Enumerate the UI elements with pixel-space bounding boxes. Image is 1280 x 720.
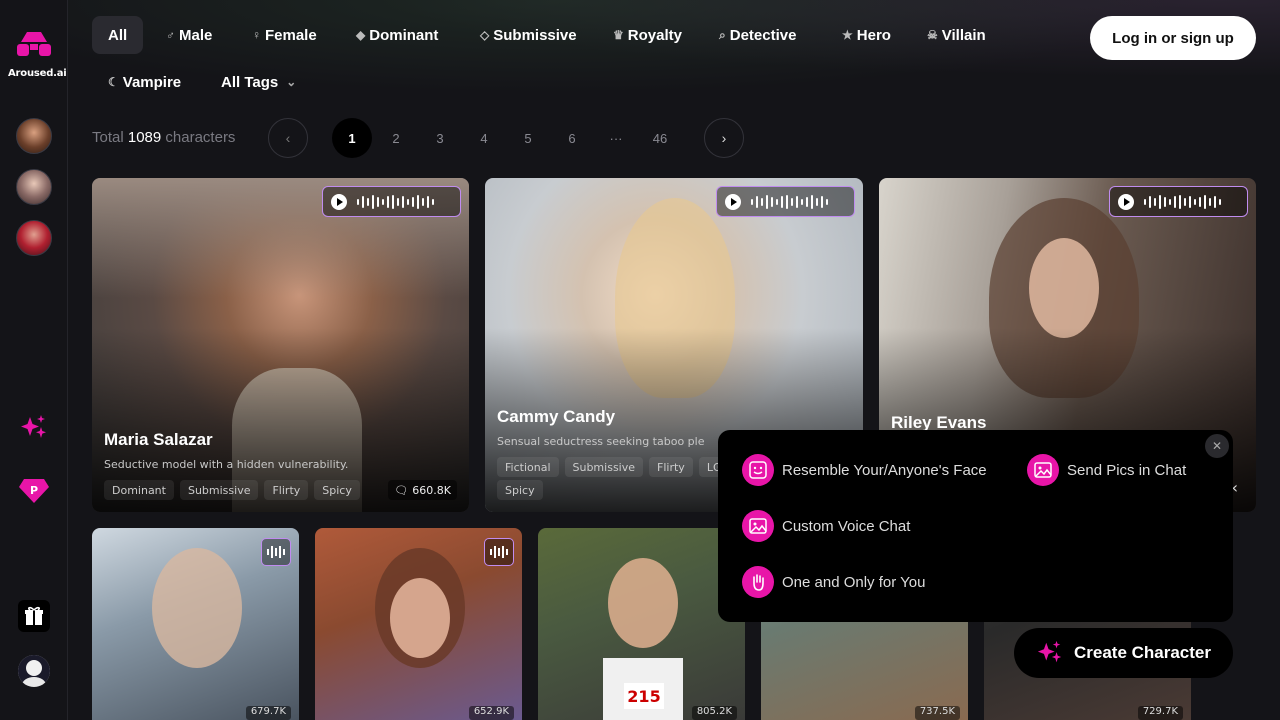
page-6[interactable]: 6: [552, 118, 592, 158]
feature-send-pics: Send Pics in Chat: [1027, 454, 1186, 486]
recent-chat-avatar-3[interactable]: [16, 220, 52, 256]
character-card-small[interactable]: 652.9K: [315, 528, 522, 720]
page-4[interactable]: 4: [464, 118, 504, 158]
all-tags-dropdown[interactable]: All Tags ⌄: [205, 63, 312, 101]
tag-male[interactable]: ♂ Male: [150, 16, 228, 54]
tag-female[interactable]: ♀ Female: [236, 16, 333, 54]
character-tags: Fictional Submissive Flirty LGB: [497, 457, 738, 477]
female-icon: ♀: [252, 28, 261, 42]
picture-icon: [1027, 454, 1059, 486]
chat-bubble-icon: 🗨: [394, 483, 409, 497]
submissive-icon: ◇: [480, 28, 490, 42]
tag-chip: Flirty: [649, 457, 693, 477]
svg-text:P: P: [30, 484, 38, 497]
tag-dominant[interactable]: ◆ Dominant: [340, 16, 454, 54]
character-description: Sensual seductress seeking taboo ple: [497, 435, 705, 448]
crown-icon: ♛: [613, 28, 624, 42]
feature-one-and-only: One and Only for You: [742, 566, 925, 598]
waveform-icon: [1144, 194, 1221, 209]
character-description: Seductive model with a hidden vulnerabil…: [104, 458, 349, 471]
feature-resemble-face: Resemble Your/Anyone's Face: [742, 454, 987, 486]
chevron-down-icon: ⌄: [286, 75, 297, 89]
chat-count: 652.9K: [468, 706, 514, 720]
page-46[interactable]: 46: [640, 118, 680, 158]
recent-chat-avatar-2[interactable]: [16, 169, 52, 205]
play-icon: [1118, 193, 1134, 210]
character-tags-row-2: Spicy: [497, 480, 543, 500]
brand-name: Aroused.ai: [8, 68, 67, 79]
hand-icon: [742, 566, 774, 598]
waveform-icon: [357, 194, 434, 209]
tag-vampire[interactable]: ☾ Vampire: [92, 63, 197, 101]
tag-chip: Flirty: [264, 480, 309, 500]
page-2[interactable]: 2: [376, 118, 416, 158]
voice-preview-button[interactable]: [1109, 186, 1248, 217]
sparkle-icon[interactable]: [18, 412, 50, 444]
hero-icon: ★: [842, 28, 853, 42]
chat-count: 🗨 660.8K: [388, 480, 457, 500]
sparkle-icon: [1037, 640, 1062, 663]
character-name: Maria Salazar: [104, 430, 213, 449]
character-tags: Dominant Submissive Flirty Spicy: [104, 480, 360, 500]
tag-chip: Spicy: [497, 480, 543, 500]
tag-submissive[interactable]: ◇ Submissive: [464, 16, 593, 54]
play-icon: [725, 193, 741, 210]
tag-all[interactable]: All: [92, 16, 144, 54]
chat-count: 729.7K: [1137, 706, 1183, 720]
chat-count: 737.5K: [914, 706, 960, 720]
tag-chip: Submissive: [179, 480, 259, 500]
login-signup-button[interactable]: Log in or sign up: [1090, 16, 1256, 60]
male-icon: ♂: [166, 28, 175, 42]
chat-count: 679.7K: [245, 706, 291, 720]
character-card-small[interactable]: 215 805.2K: [538, 528, 745, 720]
waveform-icon[interactable]: [261, 538, 291, 566]
feature-voice-chat: Custom Voice Chat: [742, 510, 910, 542]
sidebar: Aroused.ai P: [0, 0, 68, 720]
tag-chip: Spicy: [314, 480, 360, 500]
voice-preview-button[interactable]: [322, 186, 461, 217]
next-page-button[interactable]: ›: [704, 118, 744, 158]
character-card-small[interactable]: 679.7K: [92, 528, 299, 720]
chevron-left-icon: ‹: [285, 130, 291, 146]
voice-preview-button[interactable]: [716, 186, 855, 217]
dominant-icon: ◆: [356, 28, 366, 42]
chat-count: 805.2K: [691, 706, 737, 720]
tag-chip: Dominant: [104, 480, 174, 500]
create-character-button[interactable]: Create Character: [1014, 628, 1233, 678]
character-name: Cammy Candy: [497, 407, 616, 426]
waveform-icon: [751, 194, 828, 209]
magnifier-icon: ⌕: [719, 27, 726, 42]
waveform-icon[interactable]: [484, 538, 514, 566]
features-popup: ✕ Resemble Your/Anyone's Face Send Pics …: [718, 430, 1233, 622]
total-characters: Total 1089 characters: [92, 129, 236, 146]
play-icon: [331, 193, 347, 210]
tag-villain[interactable]: ☠ Villain: [911, 16, 1002, 54]
page-5[interactable]: 5: [508, 118, 548, 158]
close-icon[interactable]: ✕: [1205, 434, 1229, 458]
prev-page-button[interactable]: ‹: [268, 118, 308, 158]
page-ellipsis[interactable]: ···: [596, 118, 636, 158]
page-1[interactable]: 1: [332, 118, 372, 158]
face-icon: [742, 454, 774, 486]
tag-detective[interactable]: ⌕ Detective: [703, 16, 812, 54]
tag-chip: Fictional: [497, 457, 559, 477]
brand-logo[interactable]: Aroused.ai: [8, 30, 67, 79]
tag-chip: Submissive: [564, 457, 644, 477]
character-card[interactable]: Maria Salazar Seductive model with a hid…: [92, 178, 469, 512]
logo-icon: [17, 32, 51, 56]
villain-icon: ☠: [927, 28, 938, 42]
recent-chat-avatar-1[interactable]: [16, 118, 52, 154]
user-avatar[interactable]: [18, 655, 50, 687]
race-bib: 215: [624, 683, 664, 709]
premium-gem-icon[interactable]: P: [18, 475, 50, 507]
picture-icon: [742, 510, 774, 542]
tag-royalty[interactable]: ♛ Royalty: [597, 16, 698, 54]
page-3[interactable]: 3: [420, 118, 460, 158]
gift-icon[interactable]: [18, 600, 50, 632]
tag-hero[interactable]: ★ Hero: [826, 16, 907, 54]
chevron-right-icon: ›: [721, 130, 727, 146]
vampire-icon: ☾: [108, 75, 119, 89]
